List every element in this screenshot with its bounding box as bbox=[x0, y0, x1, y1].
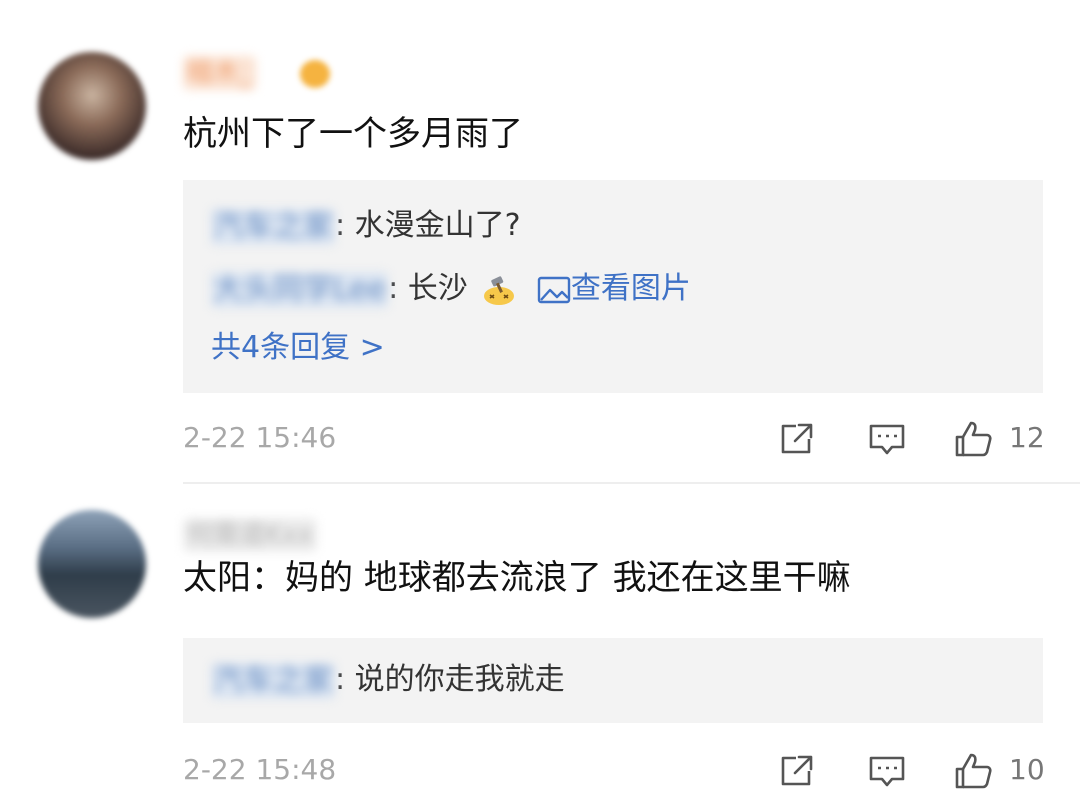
share-icon[interactable] bbox=[777, 752, 817, 790]
timestamp: 2-22 15:46 bbox=[183, 421, 337, 454]
comment-icon[interactable] bbox=[867, 752, 907, 790]
reply-text: 说的你走我就走 bbox=[354, 662, 565, 697]
reply-colon: : bbox=[335, 662, 346, 697]
reply-item: 汽车之家: 水漫金山了? bbox=[211, 204, 521, 248]
comment-meta: 2-22 15:46 12 bbox=[183, 416, 1045, 460]
reply-colon: : bbox=[335, 208, 346, 243]
avatar[interactable] bbox=[38, 52, 146, 160]
reply-box[interactable]: 汽车之家: 水漫金山了? 大头同学Lee: 长沙 查看图片 共4条回复 > bbox=[183, 180, 1043, 393]
comment-item: 何需道Kxx 太阳：妈的 地球都去流浪了 我还在这里干嘛 汽车之家: 说的你走我… bbox=[0, 484, 1080, 807]
view-image-link[interactable]: 查看图片 bbox=[537, 271, 691, 306]
like-count: 10 bbox=[1009, 753, 1045, 786]
reply-username[interactable]: 汽车之家 bbox=[211, 662, 335, 699]
reply-username[interactable]: 汽车之家 bbox=[211, 208, 335, 245]
username[interactable]: 暗木_ bbox=[183, 56, 257, 90]
comment-meta: 2-22 15:48 10 bbox=[183, 748, 1045, 792]
comment-icon[interactable] bbox=[867, 420, 907, 458]
reply-colon: : bbox=[388, 271, 399, 306]
gavel-emoji-icon bbox=[484, 275, 515, 305]
image-icon bbox=[537, 276, 571, 303]
like-count: 12 bbox=[1009, 421, 1045, 454]
comment-text: 太阳：妈的 地球都去流浪了 我还在这里干嘛 bbox=[183, 558, 851, 598]
avatar[interactable] bbox=[38, 510, 146, 618]
user-badge-icon bbox=[300, 60, 330, 88]
thumbs-up-icon[interactable] bbox=[953, 752, 993, 790]
reply-item: 汽车之家: 说的你走我就走 bbox=[211, 658, 565, 702]
comment-text: 杭州下了一个多月雨了 bbox=[183, 114, 523, 154]
thumbs-up-icon[interactable] bbox=[953, 420, 993, 458]
comment-item: 暗木_ 杭州下了一个多月雨了 汽车之家: 水漫金山了? 大头同学Lee: 长沙 … bbox=[0, 0, 1080, 482]
reply-username[interactable]: 大头同学Lee bbox=[211, 271, 389, 308]
reply-box[interactable]: 汽车之家: 说的你走我就走 bbox=[183, 638, 1043, 723]
reply-text: 长沙 bbox=[407, 271, 468, 306]
view-image-label: 查看图片 bbox=[570, 271, 691, 306]
reply-item: 大头同学Lee: 长沙 查看图片 bbox=[211, 267, 691, 311]
share-icon[interactable] bbox=[777, 420, 817, 458]
username[interactable]: 何需道Kxx bbox=[183, 518, 317, 552]
timestamp: 2-22 15:48 bbox=[183, 753, 337, 786]
more-replies-link[interactable]: 共4条回复 > bbox=[211, 326, 385, 370]
reply-text: 水漫金山了? bbox=[354, 208, 521, 243]
